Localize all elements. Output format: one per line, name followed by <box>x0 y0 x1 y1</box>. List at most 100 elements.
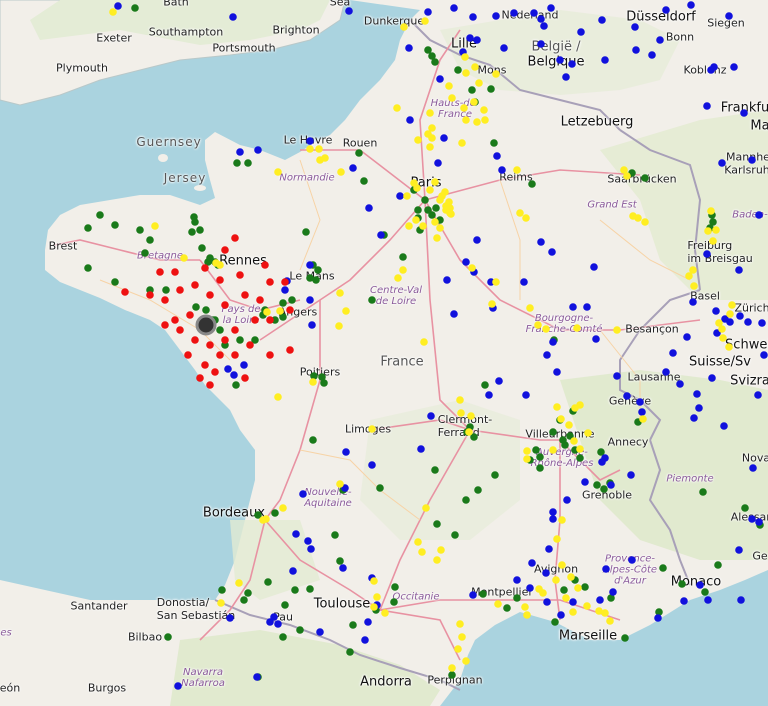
yellow-station-dot[interactable] <box>613 326 621 334</box>
blue-station-dot[interactable] <box>676 380 684 388</box>
yellow-station-dot[interactable] <box>309 378 317 386</box>
yellow-station-dot[interactable] <box>428 134 436 142</box>
blue-station-dot[interactable] <box>427 412 435 420</box>
blue-station-dot[interactable] <box>526 584 534 592</box>
blue-station-dot[interactable] <box>735 546 743 554</box>
green-station-dot[interactable] <box>202 306 210 314</box>
yellow-station-dot[interactable] <box>571 404 579 412</box>
green-station-dot[interactable] <box>233 159 241 167</box>
blue-station-dot[interactable] <box>377 231 385 239</box>
blue-station-dot[interactable] <box>720 422 728 430</box>
green-station-dot[interactable] <box>309 436 317 444</box>
blue-station-dot[interactable] <box>631 23 639 31</box>
blue-station-dot[interactable] <box>704 596 712 604</box>
yellow-station-dot[interactable] <box>522 214 530 222</box>
green-station-dot[interactable] <box>376 484 384 492</box>
yellow-station-dot[interactable] <box>574 584 582 592</box>
yellow-station-dot[interactable] <box>553 535 561 543</box>
green-station-dot[interactable] <box>551 618 559 626</box>
yellow-station-dot[interactable] <box>728 301 736 309</box>
blue-station-dot[interactable] <box>405 44 413 52</box>
red-station-dot[interactable] <box>171 268 179 276</box>
blue-station-dot[interactable] <box>417 445 425 453</box>
green-station-dot[interactable] <box>84 264 92 272</box>
blue-station-dot[interactable] <box>513 576 521 584</box>
green-station-dot[interactable] <box>448 671 456 679</box>
yellow-station-dot[interactable] <box>473 118 481 126</box>
blue-station-dot[interactable] <box>339 564 347 572</box>
green-station-dot[interactable] <box>349 621 357 629</box>
blue-station-dot[interactable] <box>758 319 766 327</box>
blue-station-dot[interactable] <box>495 377 503 385</box>
yellow-station-dot[interactable] <box>418 548 426 556</box>
yellow-station-dot[interactable] <box>216 261 224 269</box>
blue-station-dot[interactable] <box>748 515 756 523</box>
blue-station-dot[interactable] <box>562 73 570 81</box>
yellow-station-dot[interactable] <box>639 415 647 423</box>
green-station-dot[interactable] <box>421 196 429 204</box>
yellow-station-dot[interactable] <box>475 79 483 87</box>
blue-station-dot[interactable] <box>361 636 369 644</box>
green-station-dot[interactable] <box>714 561 722 569</box>
green-station-dot[interactable] <box>709 218 717 226</box>
blue-station-dot[interactable] <box>498 166 506 174</box>
yellow-station-dot[interactable] <box>426 143 434 151</box>
red-station-dot[interactable] <box>231 326 239 334</box>
blue-station-dot[interactable] <box>549 508 557 516</box>
yellow-station-dot[interactable] <box>471 63 479 71</box>
blue-station-dot[interactable] <box>654 614 662 622</box>
red-station-dot[interactable] <box>156 268 164 276</box>
red-station-dot[interactable] <box>121 288 129 296</box>
yellow-station-dot[interactable] <box>462 116 470 124</box>
green-station-dot[interactable] <box>192 303 200 311</box>
blue-station-dot[interactable] <box>627 471 635 479</box>
green-station-dot[interactable] <box>191 218 199 226</box>
yellow-station-dot[interactable] <box>454 645 462 653</box>
green-station-dot[interactable] <box>431 466 439 474</box>
green-station-dot[interactable] <box>454 66 462 74</box>
blue-station-dot[interactable] <box>596 596 604 604</box>
blue-station-dot[interactable] <box>424 8 432 16</box>
yellow-station-dot[interactable] <box>336 480 344 488</box>
yellow-station-dot[interactable] <box>446 204 454 212</box>
green-station-dot[interactable] <box>232 381 240 389</box>
green-station-dot[interactable] <box>346 648 354 656</box>
green-station-dot[interactable] <box>296 626 304 634</box>
blue-station-dot[interactable] <box>569 598 577 606</box>
blue-station-dot[interactable] <box>540 22 548 30</box>
yellow-station-dot[interactable] <box>457 409 465 417</box>
blue-station-dot[interactable] <box>556 56 564 64</box>
blue-station-dot[interactable] <box>636 398 644 406</box>
yellow-station-dot[interactable] <box>381 609 389 617</box>
yellow-station-dot[interactable] <box>438 192 446 200</box>
yellow-station-dot[interactable] <box>426 109 434 117</box>
red-station-dot[interactable] <box>146 291 154 299</box>
blue-station-dot[interactable] <box>537 40 545 48</box>
yellow-station-dot[interactable] <box>422 504 430 512</box>
yellow-station-dot[interactable] <box>109 8 117 16</box>
blue-station-dot[interactable] <box>485 391 493 399</box>
yellow-station-dot[interactable] <box>523 447 531 455</box>
blue-station-dot[interactable] <box>307 545 315 553</box>
yellow-station-dot[interactable] <box>470 98 478 106</box>
green-station-dot[interactable] <box>306 585 314 593</box>
green-station-dot[interactable] <box>336 557 344 565</box>
yellow-station-dot[interactable] <box>431 218 439 226</box>
green-station-dot[interactable] <box>318 373 326 381</box>
blue-station-dot[interactable] <box>365 204 373 212</box>
green-station-dot[interactable] <box>136 226 144 234</box>
yellow-station-dot[interactable] <box>492 278 500 286</box>
blue-station-dot[interactable] <box>492 12 500 20</box>
green-station-dot[interactable] <box>84 224 92 232</box>
yellow-station-dot[interactable] <box>414 136 422 144</box>
green-station-dot[interactable] <box>271 509 279 517</box>
blue-station-dot[interactable] <box>281 286 289 294</box>
blue-station-dot[interactable] <box>542 569 550 577</box>
yellow-station-dot[interactable] <box>336 289 344 297</box>
green-station-dot[interactable] <box>451 531 459 539</box>
red-station-dot[interactable] <box>161 296 169 304</box>
red-station-dot[interactable] <box>191 281 199 289</box>
yellow-station-dot[interactable] <box>606 617 614 625</box>
blue-station-dot[interactable] <box>690 414 698 422</box>
yellow-station-dot[interactable] <box>276 307 284 315</box>
